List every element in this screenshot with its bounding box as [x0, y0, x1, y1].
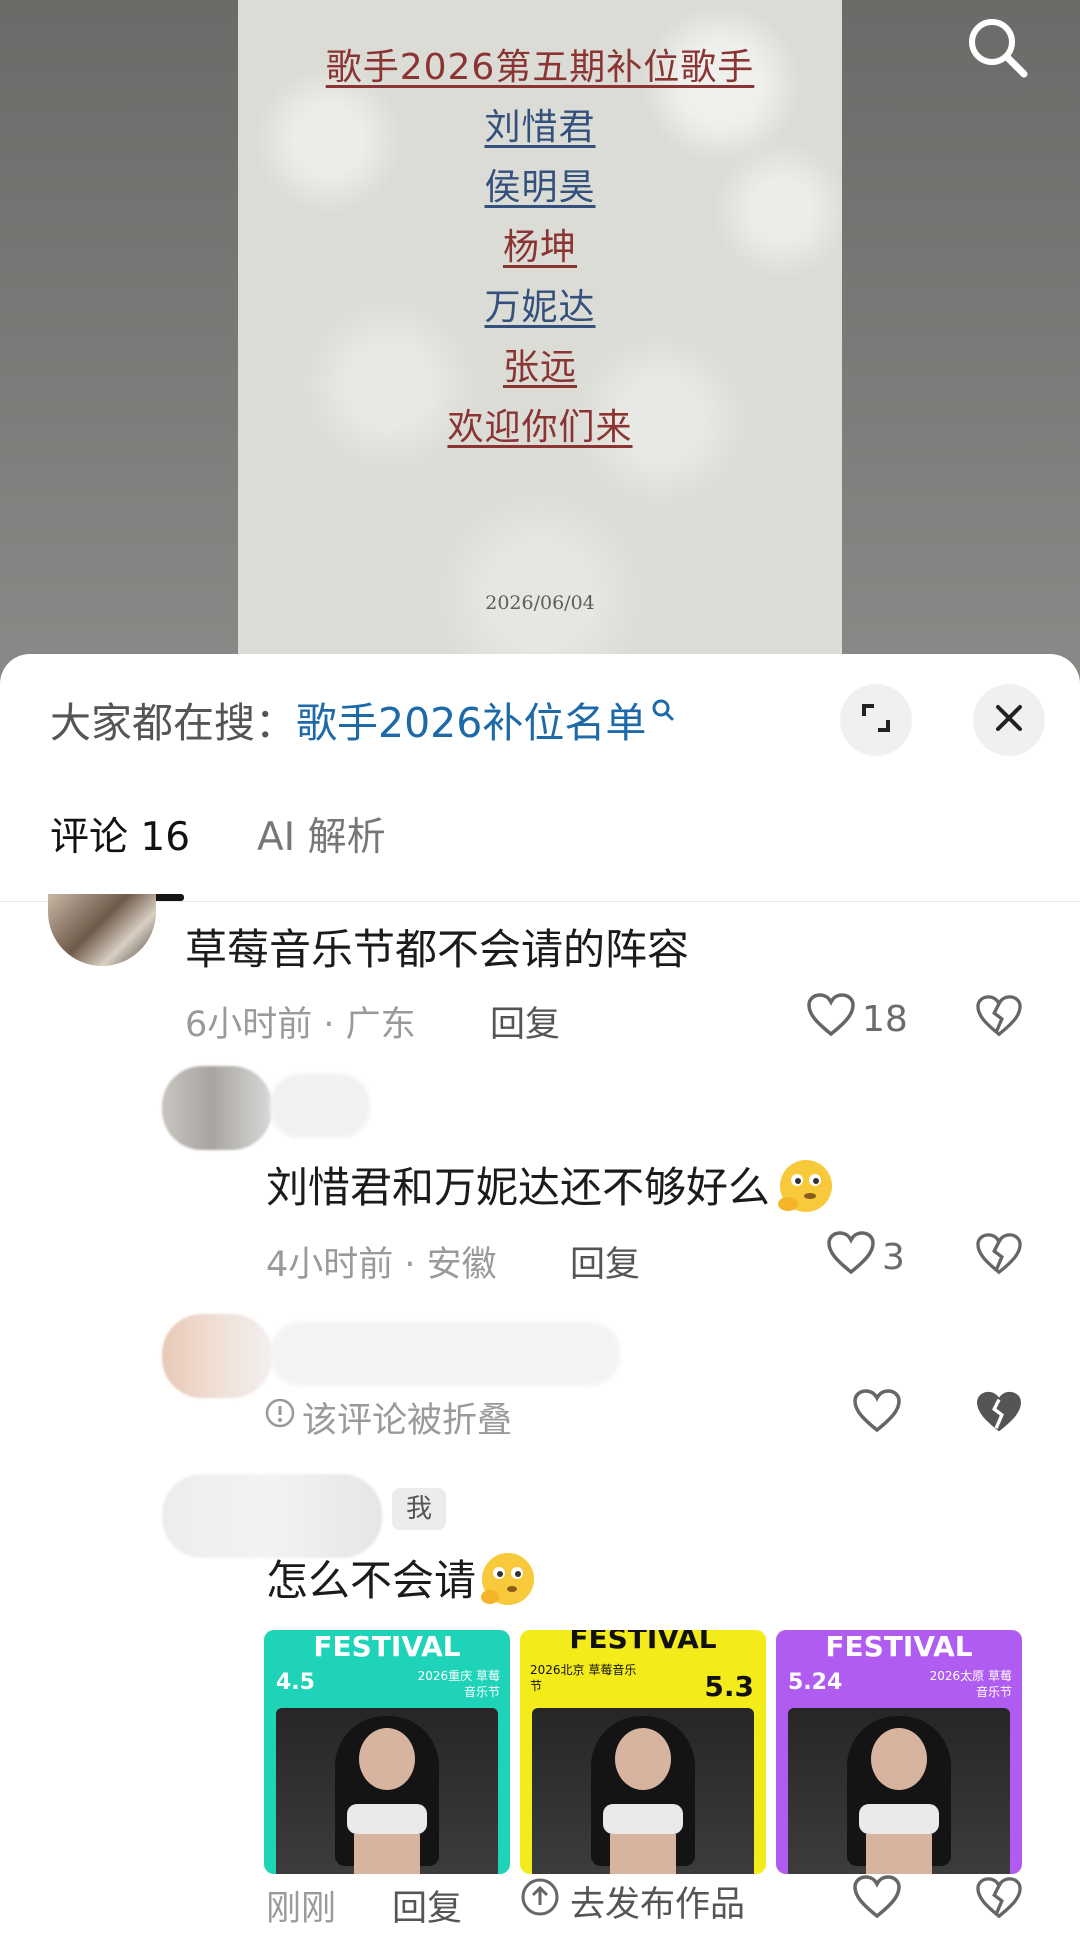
broken-heart-icon	[975, 995, 1023, 1042]
upload-icon	[520, 1877, 560, 1926]
post-name-2: 侯明昊	[484, 167, 596, 208]
reply-button[interactable]: 回复	[490, 996, 560, 1047]
post-date: 2026/06/04	[485, 592, 595, 614]
like-count: 3	[882, 1237, 905, 1278]
dislike-button[interactable]	[975, 1876, 1023, 1924]
hot-search-bar[interactable]: 大家都在搜：歌手2026补位名单	[50, 689, 676, 749]
avatar[interactable]	[162, 1066, 272, 1150]
comment-time: 刚刚	[266, 1889, 337, 1929]
close-button[interactable]	[973, 684, 1045, 756]
expand-button[interactable]	[840, 684, 912, 756]
close-icon	[993, 702, 1025, 738]
hot-search-term[interactable]: 歌手2026补位名单	[296, 699, 646, 747]
dislike-button-active[interactable]	[975, 1390, 1023, 1438]
like-count: 18	[862, 999, 908, 1040]
heart-icon	[806, 992, 856, 1047]
username[interactable]	[270, 1322, 620, 1386]
comment-text: 怎么不会请	[266, 1547, 540, 1619]
expand-icon	[858, 700, 894, 740]
hot-search-label: 大家都在搜：	[50, 699, 296, 747]
post-image[interactable]: 歌手2026第五期补位歌手 刘惜君 侯明昊 杨坤 万妮达 张远 欢迎你们来 20…	[238, 0, 842, 700]
search-icon[interactable]	[962, 12, 1032, 82]
username[interactable]	[270, 1074, 370, 1138]
festival-subtitle: 2026重庆 草莓音乐节	[417, 1669, 500, 1699]
like-button[interactable]: 3	[826, 1230, 905, 1285]
post-name-1: 刘惜君	[484, 107, 596, 148]
comment-image-3[interactable]: FESTIVAL 5.24 2026太原 草莓音乐节	[776, 1630, 1022, 1874]
broken-heart-icon	[975, 1233, 1023, 1280]
comment-image-1[interactable]: FESTIVAL 4.5 2026重庆 草莓音乐节	[264, 1630, 510, 1874]
festival-subtitle: 2026太原 草莓音乐节	[929, 1669, 1012, 1699]
comment-image-2[interactable]: FESTIVAL 5.3 2026北京 草莓音乐节	[520, 1630, 766, 1874]
heart-icon	[826, 1230, 876, 1285]
reply-button[interactable]: 回复	[392, 1880, 462, 1931]
avatar[interactable]	[48, 894, 156, 966]
festival-title: FESTIVAL	[569, 1630, 717, 1655]
like-button[interactable]	[852, 1388, 902, 1443]
thinking-emoji-icon	[476, 1549, 540, 1619]
comment-time-location: 6小时前 · 广东	[185, 1005, 416, 1045]
post-closing: 欢迎你们来	[447, 407, 633, 448]
tab-comments[interactable]: 评论 16	[50, 806, 190, 862]
festival-date: 5.24	[788, 1670, 843, 1695]
festival-date: 5.3	[704, 1670, 754, 1703]
like-button[interactable]	[852, 1874, 902, 1929]
comment-time-location: 4小时前 · 安徽	[266, 1245, 497, 1285]
avatar[interactable]	[162, 1474, 382, 1558]
me-badge: 我	[392, 1488, 446, 1530]
reply-button[interactable]: 回复	[570, 1236, 640, 1287]
thinking-emoji-icon	[770, 1156, 840, 1226]
comment-text: 草莓音乐节都不会请的阵容	[185, 925, 690, 974]
heart-icon	[852, 1874, 902, 1929]
broken-heart-icon	[975, 1391, 1023, 1438]
festival-title: FESTIVAL	[313, 1630, 461, 1663]
comment-sheet: 大家都在搜：歌手2026补位名单 评论 16 AI 解析 草莓音乐节都不会请的阵…	[0, 654, 1080, 1958]
publish-work-button[interactable]: 去发布作品	[520, 1876, 745, 1927]
comment-actions: 刚刚 回复 去发布作品	[0, 1872, 1080, 1942]
dislike-button[interactable]	[975, 994, 1023, 1042]
artist-photo	[276, 1708, 498, 1874]
tab-ai-analysis[interactable]: AI 解析	[257, 806, 386, 862]
info-icon	[264, 1397, 296, 1438]
comment-text: 刘惜君和万妮达还不够好么	[266, 1154, 840, 1226]
dislike-button[interactable]	[975, 1232, 1023, 1280]
search-icon	[650, 689, 676, 737]
festival-date: 4.5	[276, 1670, 315, 1695]
artist-photo	[788, 1708, 1010, 1874]
like-button[interactable]: 18	[806, 992, 908, 1047]
post-name-4: 万妮达	[484, 287, 596, 328]
artist-photo	[532, 1708, 754, 1874]
avatar[interactable]	[162, 1314, 272, 1398]
post-title: 歌手2026第五期补位歌手	[325, 47, 755, 88]
tab-bar: 评论 16 AI 解析	[0, 804, 1080, 902]
post-name-3: 杨坤	[502, 227, 577, 268]
folded-notice: 该评论被折叠	[264, 1392, 512, 1443]
heart-icon	[852, 1388, 902, 1443]
festival-subtitle: 2026北京 草莓音乐节	[530, 1663, 637, 1693]
post-name-5: 张远	[502, 347, 577, 388]
broken-heart-icon	[975, 1877, 1023, 1924]
festival-title: FESTIVAL	[825, 1630, 973, 1663]
